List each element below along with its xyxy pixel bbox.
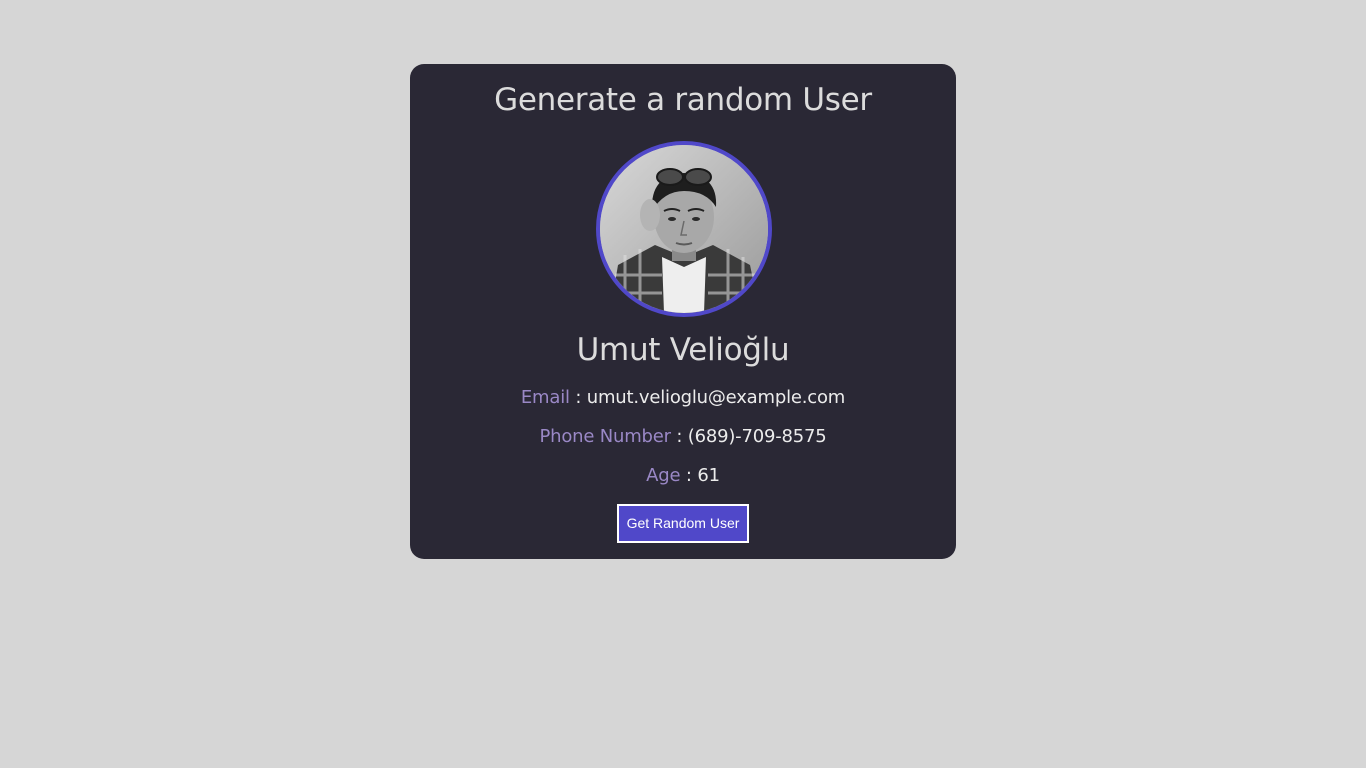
phone-separator: : [676,426,683,447]
phone-value: (689)-709-8575 [687,426,827,447]
user-card: Generate a random User Umut Velioğlu Ema… [410,64,956,559]
age-row: Age : 61 [410,465,956,486]
email-row: Email : umut.velioglu@example.com [410,387,956,408]
avatar-photo [600,145,768,313]
age-separator: : [685,465,692,486]
email-value: umut.velioglu@example.com [586,387,846,408]
age-value: 61 [697,465,720,486]
age-label: Age [646,465,681,486]
page-title: Generate a random User [494,82,872,118]
user-name: Umut Velioğlu [576,332,790,368]
get-random-user-button[interactable]: Get Random User [617,504,749,543]
phone-row: Phone Number : (689)-709-8575 [410,426,956,447]
email-label: Email [520,387,570,408]
email-separator: : [575,387,582,408]
phone-label: Phone Number [539,426,671,447]
avatar [596,141,772,317]
